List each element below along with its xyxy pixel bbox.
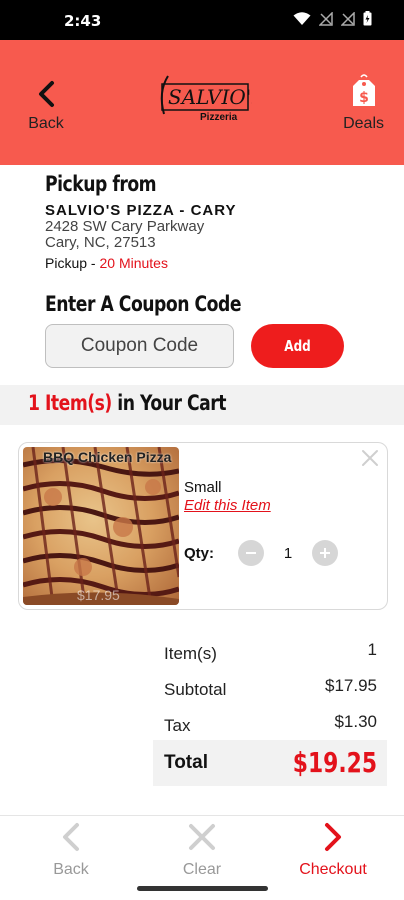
items-value: 1	[367, 640, 377, 659]
signal-icon-2	[341, 11, 355, 26]
cart-title-rest: in Your Cart	[111, 391, 227, 415]
price-tag-icon: $	[352, 74, 375, 106]
item-price-overlay: $17.95	[77, 587, 120, 603]
bottom-back-button[interactable]: Back	[11, 822, 131, 879]
items-label: Item(s)	[164, 644, 217, 663]
clear-x-icon	[189, 824, 215, 850]
address-line1: 2428 SW Cary Parkway	[45, 218, 205, 235]
tax-row: Tax $1.30	[153, 708, 387, 744]
wifi-icon	[293, 11, 311, 25]
tax-label: Tax	[164, 716, 191, 735]
pickup-title: Pickup from	[45, 172, 157, 196]
status-time: 2:43	[64, 12, 102, 30]
total-row: Total $19.25	[153, 740, 387, 786]
svg-text:Pizzeria: Pizzeria	[200, 112, 238, 123]
qty-label: Qty:	[184, 545, 214, 562]
checkout-button[interactable]: Checkout	[273, 822, 393, 879]
add-coupon-button[interactable]: Add	[251, 324, 344, 368]
cart-item-card: BBQ Chicken Pizza $17.95 Small Edit this…	[18, 442, 388, 610]
status-bar: 2:43	[0, 0, 404, 40]
pizza-image	[23, 447, 179, 605]
back-chevron-icon	[63, 823, 79, 851]
coupon-title: Enter A Coupon Code	[45, 292, 242, 316]
edit-item-link[interactable]: Edit this Item	[184, 497, 271, 514]
deals-button[interactable]: $ Deals	[343, 74, 384, 133]
item-size: Small	[184, 479, 222, 496]
item-name: BBQ Chicken Pizza	[43, 449, 172, 465]
items-count-row: Item(s) 1	[153, 636, 387, 672]
svg-text:$: $	[359, 90, 369, 106]
pickup-separator: -	[87, 255, 100, 271]
clear-label: Clear	[182, 861, 222, 878]
pickup-time-line: Pickup - 20 Minutes	[45, 255, 375, 271]
pickup-time: 20 Minutes	[99, 255, 168, 271]
minus-icon	[246, 552, 256, 554]
checkout-chevron-icon	[325, 823, 341, 851]
app-header: Back SALVIO'S Pizzeria $ Deals	[0, 40, 404, 165]
address-line2: Cary, NC, 27513	[45, 234, 156, 251]
qty-decrease-button[interactable]	[238, 540, 264, 566]
total-label: Total	[164, 752, 208, 773]
close-icon[interactable]	[359, 447, 381, 469]
cart-header: 1 Item(s) in Your Cart	[0, 385, 404, 425]
battery-icon	[363, 11, 372, 26]
bottom-nav: Back Clear Checkout	[0, 815, 404, 885]
add-coupon-label: Add	[284, 337, 311, 355]
plus-icon	[320, 548, 330, 558]
header-back-button[interactable]: Back	[24, 80, 68, 133]
pickup-section: Pickup from SALVIO'S PIZZA - CARY 2428 S…	[45, 172, 375, 271]
total-value: $19.25	[292, 746, 377, 779]
subtotal-label: Subtotal	[164, 680, 227, 699]
signal-icon	[319, 11, 333, 26]
clear-cart-button[interactable]: Clear	[142, 822, 262, 879]
deals-label: Deals	[343, 115, 384, 132]
qty-increase-button[interactable]	[312, 540, 338, 566]
pickup-label: Pickup	[45, 255, 88, 271]
salvios-logo: SALVIO'S Pizzeria	[154, 68, 265, 128]
cart-title: 1 Item(s) in Your Cart	[28, 391, 227, 415]
status-icons	[293, 11, 372, 26]
bottom-back-label: Back	[53, 861, 89, 878]
subtotal-row: Subtotal $17.95	[153, 672, 387, 708]
item-photo: BBQ Chicken Pizza $17.95	[23, 447, 179, 605]
order-totals: Item(s) 1 Subtotal $17.95 Tax $1.30	[153, 636, 387, 744]
svg-text:SALVIO'S: SALVIO'S	[168, 85, 252, 109]
checkout-label: Checkout	[299, 861, 367, 878]
home-indicator[interactable]	[137, 886, 268, 891]
subtotal-value: $17.95	[325, 676, 377, 695]
back-label: Back	[28, 115, 64, 132]
back-chevron-icon	[39, 81, 54, 107]
store-name: SALVIO'S PIZZA - CARY	[45, 202, 237, 219]
qty-value: 1	[283, 545, 293, 562]
coupon-code-input[interactable]	[45, 324, 234, 368]
tax-value: $1.30	[334, 712, 377, 731]
cart-count: 1 Item(s)	[28, 391, 112, 415]
